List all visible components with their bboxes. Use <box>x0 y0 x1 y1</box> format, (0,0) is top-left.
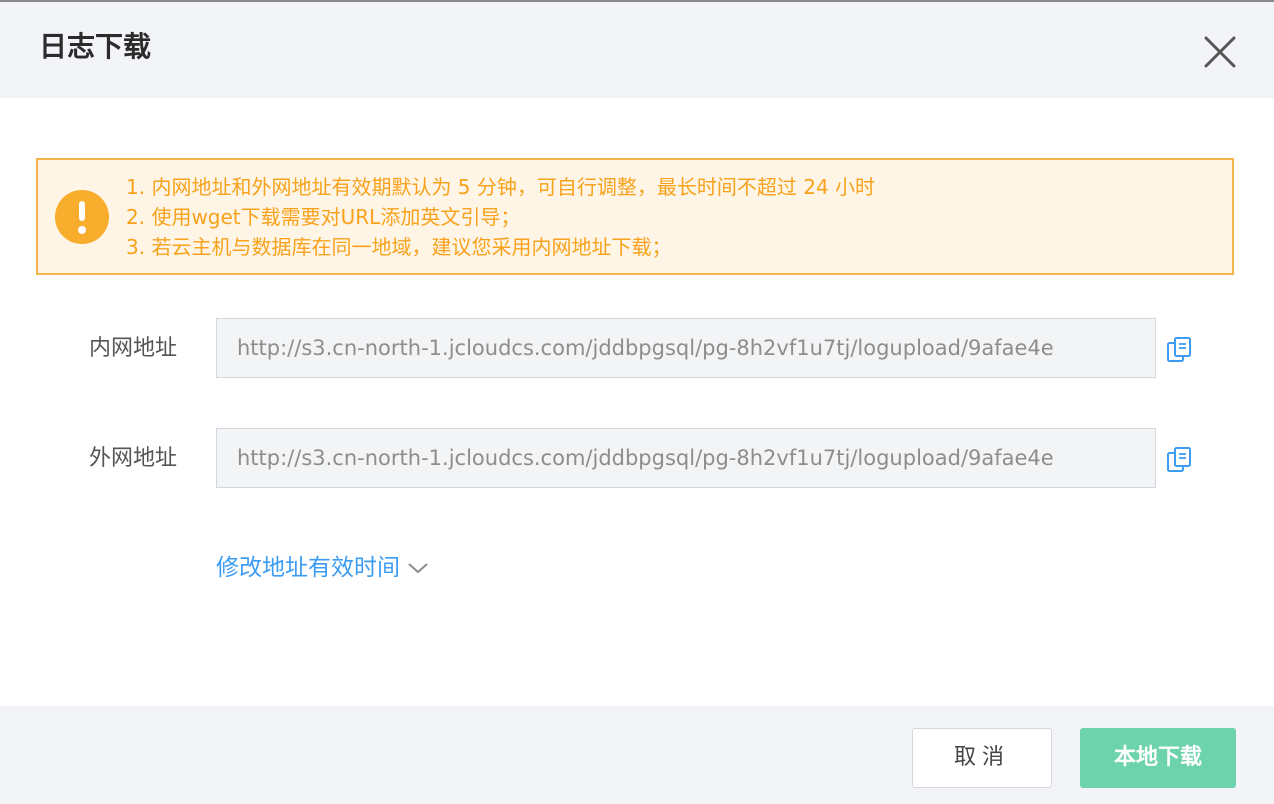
notice-alert: 1. 内网地址和外网地址有效期默认为 5 分钟，可自行调整，最长时间不超过 24… <box>36 158 1234 275</box>
copy-icon <box>1167 447 1191 472</box>
internal-address-label: 内网地址 <box>89 336 178 361</box>
notice-line: 2. 使用wget下载需要对URL添加英文引导； <box>126 205 521 229</box>
log-download-dialog: 日志下载 1. 内网地址和外网地址有效期默认为 5 分钟，可自行调整，最长时间不… <box>0 0 1274 804</box>
modify-expiry-link[interactable]: 修改地址有效时间 <box>216 553 430 584</box>
external-address-input[interactable] <box>216 428 1156 488</box>
notice-lines: 1. 内网地址和外网地址有效期默认为 5 分钟，可自行调整，最长时间不超过 24… <box>126 172 875 262</box>
copy-internal-button[interactable] <box>1166 336 1194 364</box>
close-icon <box>1204 36 1236 68</box>
modify-expiry-label: 修改地址有效时间 <box>216 555 400 581</box>
copy-icon <box>1167 337 1191 362</box>
local-download-button[interactable]: 本地下载 <box>1080 728 1236 788</box>
dialog-footer: 取消 本地下载 <box>0 706 1274 804</box>
close-button[interactable] <box>1198 30 1242 74</box>
dialog-header: 日志下载 <box>0 2 1274 98</box>
copy-external-button[interactable] <box>1166 446 1194 474</box>
warning-icon <box>55 190 109 244</box>
notice-line: 1. 内网地址和外网地址有效期默认为 5 分钟，可自行调整，最长时间不超过 24… <box>126 175 876 199</box>
internal-address-input[interactable] <box>216 318 1156 378</box>
notice-line: 3. 若云主机与数据库在同一地域，建议您采用内网地址下载； <box>126 235 672 259</box>
chevron-down-icon <box>406 554 430 584</box>
external-address-label: 外网地址 <box>89 446 178 471</box>
dialog-title: 日志下载 <box>39 30 152 63</box>
cancel-button[interactable]: 取消 <box>912 728 1052 788</box>
